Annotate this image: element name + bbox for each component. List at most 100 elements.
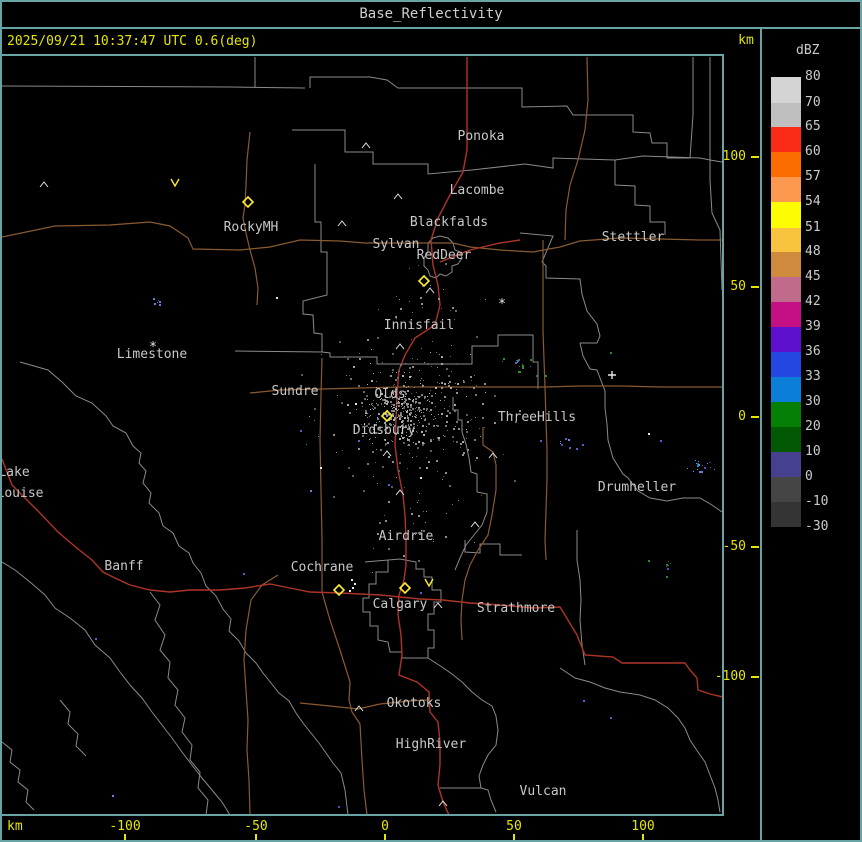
legend-value-label: 51 [805,220,821,235]
echo-dot [358,440,360,442]
legend-value-label: 70 [805,95,821,110]
echo-dot [435,418,436,419]
echo-dot [426,467,428,469]
echo-dot [388,548,390,550]
echo-dot [370,415,371,416]
echo-dot [458,428,460,430]
echo-dot [668,561,669,562]
echo-dot [419,402,421,404]
echo-dot [430,450,432,452]
echo-dot [445,472,447,474]
echo-dot [365,412,367,414]
echo-dot [446,513,447,514]
echo-dot [421,378,422,379]
legend-value-label: -30 [805,519,829,534]
right-scale-tick-label: 100 [722,149,746,164]
legend-color-swatch [771,277,801,302]
echo-dot [441,363,443,365]
echo-dot [386,403,388,405]
town-dot-icon [276,297,278,299]
legend-color-swatch [771,352,801,377]
town-caret-icon [382,450,392,457]
echo-dot [373,548,374,549]
bottom-scale-tick-mark [642,834,644,840]
echo-dot [438,439,440,441]
echo-dot [375,462,376,463]
echo-dot [438,437,440,439]
echo-dot [417,502,418,503]
city-label: Vulcan [520,784,567,799]
boundary-line [2,85,306,89]
echo-dot [371,403,372,404]
echo-dot [401,416,402,417]
echo-dot [668,565,669,566]
echo-dot [400,414,402,416]
bottom-scale-tick-label: 0 [381,819,389,834]
echo-dot [451,345,452,346]
town-caret-icon [470,521,480,528]
echo-dot [347,358,349,360]
echo-dot [449,412,451,414]
echo-dot [112,795,114,797]
echo-dot [387,442,389,444]
echo-dot [446,415,448,417]
echo-dot [433,419,434,420]
legend-value-label: 30 [805,394,821,409]
echo-dot [494,395,496,397]
echo-dot [407,468,408,469]
echo-dot [318,436,319,437]
echo-dot [358,385,360,387]
echo-dot [353,366,355,368]
echo-dot [408,419,409,420]
echo-dot [435,406,436,407]
echo-dot [435,393,436,394]
echo-dot [415,416,416,417]
echo-dot [341,402,343,404]
bottom-scale-tick-mark [124,834,126,840]
echo-dot [157,302,158,303]
echo-dot [424,443,425,444]
echo-dot [420,383,421,384]
highway-brown [542,240,548,561]
echo-dot [503,454,504,455]
city-label: Lacombe [450,183,505,198]
echo-dot [433,425,435,427]
echo-dot [444,408,445,409]
legend-color-swatch [771,252,801,277]
echo-dot [400,412,402,414]
echo-dot [421,412,422,413]
echo-dot [391,486,393,488]
echo-dot [430,390,431,391]
city-label: Lake [2,465,30,480]
echo-dot [373,476,374,477]
legend-value-label: 60 [805,144,821,159]
echo-dot [540,440,542,442]
echo-dot [454,404,456,406]
echo-dot [349,375,350,376]
echo-dot [389,415,390,416]
echo-dot [384,440,385,441]
echo-dot [441,392,442,393]
echo-dot [405,410,406,411]
boundary-line [614,160,666,235]
echo-dot [397,417,398,418]
echo-dot [402,416,403,417]
echo-dot [467,421,469,423]
echo-dot [388,456,390,458]
boundary-line [519,232,601,344]
echo-dot [456,364,457,365]
echo-dot [420,297,422,299]
echo-dot [450,356,451,357]
boundary-line [19,361,349,814]
echo-dot [460,447,461,448]
echo-dot [417,359,418,360]
echo-dot [382,466,384,468]
right-scale-tick-mark [751,416,759,418]
window-title: Base_Reflectivity [359,6,503,22]
echo-dot [474,375,475,376]
town-plus-icon [608,371,616,379]
echo-dot [484,383,486,385]
echo-dot [243,573,245,575]
echo-dot [407,390,409,392]
legend-value-label: 0 [805,469,813,484]
